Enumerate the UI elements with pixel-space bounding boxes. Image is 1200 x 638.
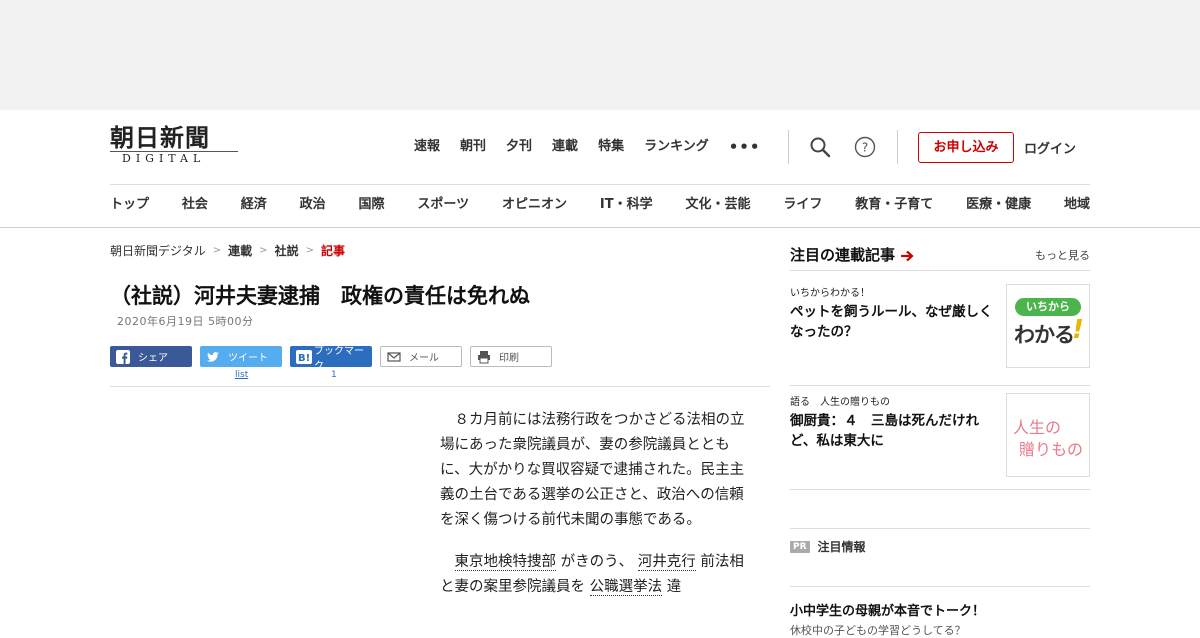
exclamation-icon: ! <box>1072 315 1084 345</box>
hatena-count[interactable]: 1 <box>331 370 337 380</box>
nav-item-ranking[interactable]: ランキング <box>644 136 709 158</box>
cat-opinion[interactable]: オピニオン <box>502 194 567 216</box>
nav-item-features[interactable]: 特集 <box>598 136 624 158</box>
cat-life[interactable]: ライフ <box>783 194 822 216</box>
facebook-icon <box>116 349 130 364</box>
keyword-link[interactable]: 河井克行 <box>637 554 696 571</box>
twitter-bird-icon <box>206 350 220 364</box>
card-title[interactable]: 御厨貴：４ 三島は死んだけれど、私は東大に <box>790 411 1002 451</box>
cat-region[interactable]: 地域 <box>1064 194 1090 216</box>
print-label: 印刷 <box>499 353 519 364</box>
cat-international[interactable]: 国際 <box>359 194 385 216</box>
featured-series-header: 注目の連載記事 もっと見る <box>790 244 1090 271</box>
breadcrumb-current: 記事 <box>320 244 345 258</box>
hatena-bookmark-label: ブックマーク <box>314 345 364 372</box>
twitter-share-button[interactable]: ツイート <box>200 346 282 367</box>
article-divider <box>110 386 770 387</box>
article-title: （社説）河井夫妻逮捕 政権の責任は免れぬ <box>110 284 530 308</box>
pr-header: PR 注目情報 <box>790 538 866 555</box>
card-thumbnail[interactable]: いちから わかる ! <box>1006 284 1090 368</box>
cat-society[interactable]: 社会 <box>182 194 208 216</box>
pr-divider <box>790 586 1090 587</box>
card-thumbnail[interactable]: 人生の 贈りもの <box>1006 393 1090 477</box>
cat-education[interactable]: 教育・子育て <box>855 194 933 216</box>
breadcrumb-separator: > <box>305 245 314 256</box>
mail-share-label: メール <box>409 353 439 364</box>
breadcrumb-home[interactable]: 朝日新聞デジタル <box>110 242 206 259</box>
divider <box>788 130 789 164</box>
site-header: 朝日新聞 DIGITAL 速報 朝刊 夕刊 連載 特集 ランキング ••• ? … <box>0 110 1200 228</box>
cat-top[interactable]: トップ <box>110 194 149 216</box>
thumb-line-1: 人生の <box>1013 418 1062 437</box>
mail-icon <box>387 350 401 364</box>
more-menu-icon[interactable]: ••• <box>729 136 761 158</box>
article-paragraph: ８カ月前には法務行政をつかさどる法相の立場にあった衆院議員が、妻の参院議員ととも… <box>440 412 745 528</box>
keyword-link[interactable]: 公職選挙法 <box>589 579 663 596</box>
pr-article-title[interactable]: 小中学生の母親が本音でトーク！ <box>790 600 985 619</box>
print-button[interactable]: 印刷 <box>470 346 552 367</box>
facebook-share-button[interactable]: シェア <box>110 346 192 367</box>
keyword-link[interactable]: 東京地検特捜部 <box>454 554 556 571</box>
subscribe-button[interactable]: お申し込み <box>918 132 1014 163</box>
cat-sports[interactable]: スポーツ <box>417 194 469 216</box>
article-paragraph: 東京地検特捜部 がきのう、 河井克行 前法相と妻の案里参院議員を 公職選挙法 違 <box>440 550 750 600</box>
nav-item-breaking[interactable]: 速報 <box>414 136 440 158</box>
arrow-right-icon <box>900 248 914 262</box>
article-body: ８カ月前には法務行政をつかさどる法相の立場にあった衆院議員が、妻の参院議員ととも… <box>440 408 750 617</box>
hatena-icon: B! <box>296 349 312 364</box>
paragraph-text: がきのう、 <box>556 554 638 570</box>
breadcrumb: 朝日新聞デジタル > 連載 > 社説 > 記事 <box>110 242 345 259</box>
cat-culture[interactable]: 文化・芸能 <box>685 194 750 216</box>
article-date: 2020年6月19日 5時00分 <box>117 315 254 328</box>
nav-item-morning[interactable]: 朝刊 <box>460 136 486 158</box>
more-link[interactable]: もっと見る <box>1035 247 1090 263</box>
card-title[interactable]: ペットを飼うルール、なぜ厳しくなったの？ <box>790 302 1002 342</box>
breadcrumb-separator: > <box>259 245 268 256</box>
thumb-main-text: わかる <box>1014 323 1075 347</box>
printer-icon <box>477 350 491 364</box>
ad-banner-area <box>0 0 1200 110</box>
paragraph-text: 違 <box>662 579 682 595</box>
series-card[interactable]: 語る 人生の贈りもの 御厨貴：４ 三島は死んだけれど、私は東大に 人生の 贈りも… <box>790 393 1090 490</box>
svg-text:?: ? <box>862 141 868 155</box>
thumb-line-2: 贈りもの <box>1019 440 1084 459</box>
breadcrumb-editorial[interactable]: 社説 <box>275 242 299 259</box>
site-logo[interactable]: 朝日新聞 DIGITAL <box>110 124 245 168</box>
top-navigation: 速報 朝刊 夕刊 連載 特集 ランキング ••• <box>414 136 760 158</box>
svg-text:B!: B! <box>298 353 310 364</box>
help-icon[interactable]: ? <box>854 136 876 158</box>
cat-politics[interactable]: 政治 <box>300 194 326 216</box>
nav-item-evening[interactable]: 夕刊 <box>506 136 532 158</box>
featured-series-title[interactable]: 注目の連載記事 <box>790 244 895 265</box>
thumb-badge-text: いちから <box>1015 298 1081 316</box>
hatena-bookmark-button[interactable]: B! ブックマーク <box>290 346 372 372</box>
facebook-share-label: シェア <box>138 353 168 364</box>
card-kicker: 語る 人生の贈りもの <box>790 397 890 408</box>
twitter-count[interactable]: list <box>235 370 248 380</box>
cat-economy[interactable]: 経済 <box>241 194 267 216</box>
twitter-share-label: ツイート <box>228 353 268 364</box>
nav-item-series[interactable]: 連載 <box>552 136 578 158</box>
pr-divider <box>790 528 1090 529</box>
pr-label: 注目情報 <box>817 540 866 554</box>
divider <box>897 130 898 164</box>
logo-japanese: 朝日新聞 <box>110 123 210 152</box>
cat-health[interactable]: 医療・健康 <box>966 194 1031 216</box>
breadcrumb-separator: > <box>212 245 222 256</box>
login-link[interactable]: ログイン <box>1024 138 1076 157</box>
cat-it-science[interactable]: IT・科学 <box>600 194 653 216</box>
pr-badge: PR <box>790 540 810 553</box>
breadcrumb-series[interactable]: 連載 <box>228 242 252 259</box>
series-card[interactable]: いちからわかる！ ペットを飼うルール、なぜ厳しくなったの？ いちから わかる ! <box>790 284 1090 386</box>
header-divider <box>110 184 1090 185</box>
pr-article-sub[interactable]: 休校中の子どもの学習どうしてる？ <box>790 622 966 638</box>
logo-english: DIGITAL <box>110 151 238 166</box>
mail-share-button[interactable]: メール <box>380 346 462 367</box>
card-kicker: いちからわかる！ <box>790 288 870 299</box>
search-icon[interactable] <box>809 136 831 158</box>
category-navigation: トップ 社会 経済 政治 国際 スポーツ オピニオン IT・科学 文化・芸能 ラ… <box>110 194 1090 216</box>
